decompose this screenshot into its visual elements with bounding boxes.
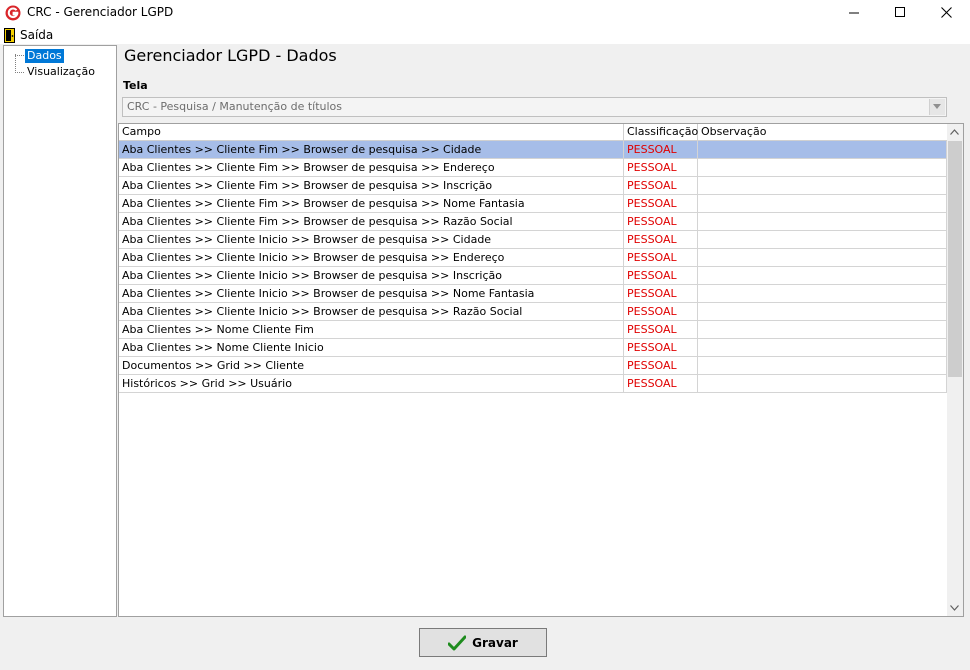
cell-observacao[interactable] bbox=[698, 339, 947, 356]
cell-campo[interactable]: Aba Clientes >> Cliente Inicio >> Browse… bbox=[119, 249, 624, 266]
close-icon bbox=[941, 7, 952, 18]
table-row[interactable]: Aba Clientes >> Cliente Inicio >> Browse… bbox=[119, 249, 947, 267]
cell-campo[interactable]: Documentos >> Grid >> Cliente bbox=[119, 357, 624, 374]
cell-classificacao[interactable]: PESSOAL bbox=[624, 213, 698, 230]
tela-label: Tela bbox=[123, 79, 148, 92]
tela-dropdown-button[interactable] bbox=[929, 99, 945, 115]
tree-connector bbox=[15, 54, 16, 73]
cell-campo[interactable]: Aba Clientes >> Nome Cliente Inicio bbox=[119, 339, 624, 356]
cell-classificacao[interactable]: PESSOAL bbox=[624, 339, 698, 356]
cell-campo[interactable]: Aba Clientes >> Cliente Fim >> Browser d… bbox=[119, 177, 624, 194]
navigation-tree: Dados Visualização bbox=[3, 45, 117, 617]
table-row[interactable]: Aba Clientes >> Nome Cliente Fim PESSOAL bbox=[119, 321, 947, 339]
cell-classificacao[interactable]: PESSOAL bbox=[624, 177, 698, 194]
cell-campo[interactable]: Aba Clientes >> Nome Cliente Fim bbox=[119, 321, 624, 338]
cell-campo[interactable]: Aba Clientes >> Cliente Fim >> Browser d… bbox=[119, 195, 624, 212]
column-header-observacao[interactable]: Observação bbox=[698, 124, 947, 140]
minimize-button[interactable] bbox=[832, 0, 878, 26]
table-row[interactable]: Aba Clientes >> Cliente Inicio >> Browse… bbox=[119, 285, 947, 303]
cell-classificacao[interactable]: PESSOAL bbox=[624, 375, 698, 392]
cell-classificacao[interactable]: PESSOAL bbox=[624, 285, 698, 302]
cell-observacao[interactable] bbox=[698, 375, 947, 392]
table-row[interactable]: Aba Clientes >> Cliente Fim >> Browser d… bbox=[119, 195, 947, 213]
maximize-icon bbox=[895, 7, 905, 17]
window-title: CRC - Gerenciador LGPD bbox=[27, 5, 174, 19]
cell-classificacao[interactable]: PESSOAL bbox=[624, 231, 698, 248]
column-header-campo[interactable]: Campo bbox=[119, 124, 624, 140]
cell-classificacao[interactable]: PESSOAL bbox=[624, 267, 698, 284]
cell-campo[interactable]: Aba Clientes >> Cliente Inicio >> Browse… bbox=[119, 231, 624, 248]
menu-saida[interactable]: Saída bbox=[4, 27, 53, 43]
cell-observacao[interactable] bbox=[698, 303, 947, 320]
tela-combobox[interactable]: CRC - Pesquisa / Manutenção de títulos bbox=[122, 97, 947, 117]
table-row[interactable]: Aba Clientes >> Cliente Fim >> Browser d… bbox=[119, 177, 947, 195]
table-row[interactable]: Aba Clientes >> Cliente Inicio >> Browse… bbox=[119, 267, 947, 285]
tree-connector bbox=[15, 72, 24, 73]
table-row[interactable]: Aba Clientes >> Cliente Fim >> Browser d… bbox=[119, 141, 947, 159]
page-title: Gerenciador LGPD - Dados bbox=[124, 46, 337, 65]
cell-classificacao[interactable]: PESSOAL bbox=[624, 195, 698, 212]
table-row[interactable]: Aba Clientes >> Cliente Fim >> Browser d… bbox=[119, 213, 947, 231]
cell-observacao[interactable] bbox=[698, 141, 947, 158]
chevron-up-icon bbox=[950, 129, 959, 135]
cell-observacao[interactable] bbox=[698, 321, 947, 338]
cell-campo[interactable]: Aba Clientes >> Cliente Fim >> Browser d… bbox=[119, 159, 624, 176]
app-logo-icon bbox=[5, 5, 21, 21]
cell-classificacao[interactable]: PESSOAL bbox=[624, 303, 698, 320]
minimize-icon bbox=[849, 12, 859, 14]
cell-classificacao[interactable]: PESSOAL bbox=[624, 321, 698, 338]
chevron-down-icon bbox=[950, 605, 959, 611]
title-bar: CRC - Gerenciador LGPD bbox=[0, 0, 970, 26]
cell-campo[interactable]: Aba Clientes >> Cliente Fim >> Browser d… bbox=[119, 213, 624, 230]
table-row[interactable]: Históricos >> Grid >> Usuário PESSOAL bbox=[119, 375, 947, 393]
grid-header: Campo Classificação Observação bbox=[119, 124, 947, 141]
close-button[interactable] bbox=[924, 0, 970, 26]
scroll-down-button[interactable] bbox=[947, 600, 963, 616]
table-row[interactable]: Aba Clientes >> Cliente Fim >> Browser d… bbox=[119, 159, 947, 177]
cell-observacao[interactable] bbox=[698, 195, 947, 212]
cell-classificacao[interactable]: PESSOAL bbox=[624, 159, 698, 176]
cell-campo[interactable]: Aba Clientes >> Cliente Fim >> Browser d… bbox=[119, 141, 624, 158]
vertical-scrollbar[interactable] bbox=[947, 124, 963, 616]
table-row[interactable]: Aba Clientes >> Nome Cliente Inicio PESSO… bbox=[119, 339, 947, 357]
table-row[interactable]: Aba Clientes >> Cliente Inicio >> Browse… bbox=[119, 231, 947, 249]
tela-combobox-value: CRC - Pesquisa / Manutenção de títulos bbox=[127, 100, 342, 113]
cell-campo[interactable]: Aba Clientes >> Cliente Inicio >> Browse… bbox=[119, 303, 624, 320]
data-grid[interactable]: Campo Classificação Observação Aba Clien… bbox=[118, 123, 964, 617]
cell-observacao[interactable] bbox=[698, 249, 947, 266]
cell-observacao[interactable] bbox=[698, 159, 947, 176]
menu-saida-label: Saída bbox=[20, 28, 54, 42]
cell-observacao[interactable] bbox=[698, 285, 947, 302]
cell-classificacao[interactable]: PESSOAL bbox=[624, 249, 698, 266]
cell-observacao[interactable] bbox=[698, 213, 947, 230]
scrollbar-thumb[interactable] bbox=[948, 141, 962, 377]
grid-rows: Aba Clientes >> Cliente Fim >> Browser d… bbox=[119, 141, 947, 393]
cell-classificacao[interactable]: PESSOAL bbox=[624, 141, 698, 158]
cell-classificacao[interactable]: PESSOAL bbox=[624, 357, 698, 374]
checkmark-icon bbox=[448, 635, 467, 650]
cell-campo[interactable]: Aba Clientes >> Cliente Inicio >> Browse… bbox=[119, 285, 624, 302]
cell-observacao[interactable] bbox=[698, 231, 947, 248]
gravar-button[interactable]: Gravar bbox=[419, 628, 547, 657]
tree-connector bbox=[15, 55, 24, 56]
cell-campo[interactable]: Históricos >> Grid >> Usuário bbox=[119, 375, 624, 392]
exit-door-icon bbox=[4, 27, 15, 43]
menu-bar: Saída bbox=[0, 26, 970, 44]
gravar-button-label: Gravar bbox=[472, 635, 518, 650]
cell-observacao[interactable] bbox=[698, 267, 947, 284]
table-row[interactable]: Aba Clientes >> Cliente Inicio >> Browse… bbox=[119, 303, 947, 321]
tree-item-visualizacao[interactable]: Visualização bbox=[25, 65, 97, 79]
chevron-down-icon bbox=[933, 104, 941, 109]
scroll-up-button[interactable] bbox=[947, 124, 963, 140]
tree-item-dados[interactable]: Dados bbox=[25, 49, 64, 63]
cell-observacao[interactable] bbox=[698, 177, 947, 194]
column-header-classificacao[interactable]: Classificação bbox=[624, 124, 698, 140]
cell-observacao[interactable] bbox=[698, 357, 947, 374]
maximize-button[interactable] bbox=[878, 0, 924, 26]
cell-campo[interactable]: Aba Clientes >> Cliente Inicio >> Browse… bbox=[119, 267, 624, 284]
table-row[interactable]: Documentos >> Grid >> Cliente PESSOAL bbox=[119, 357, 947, 375]
